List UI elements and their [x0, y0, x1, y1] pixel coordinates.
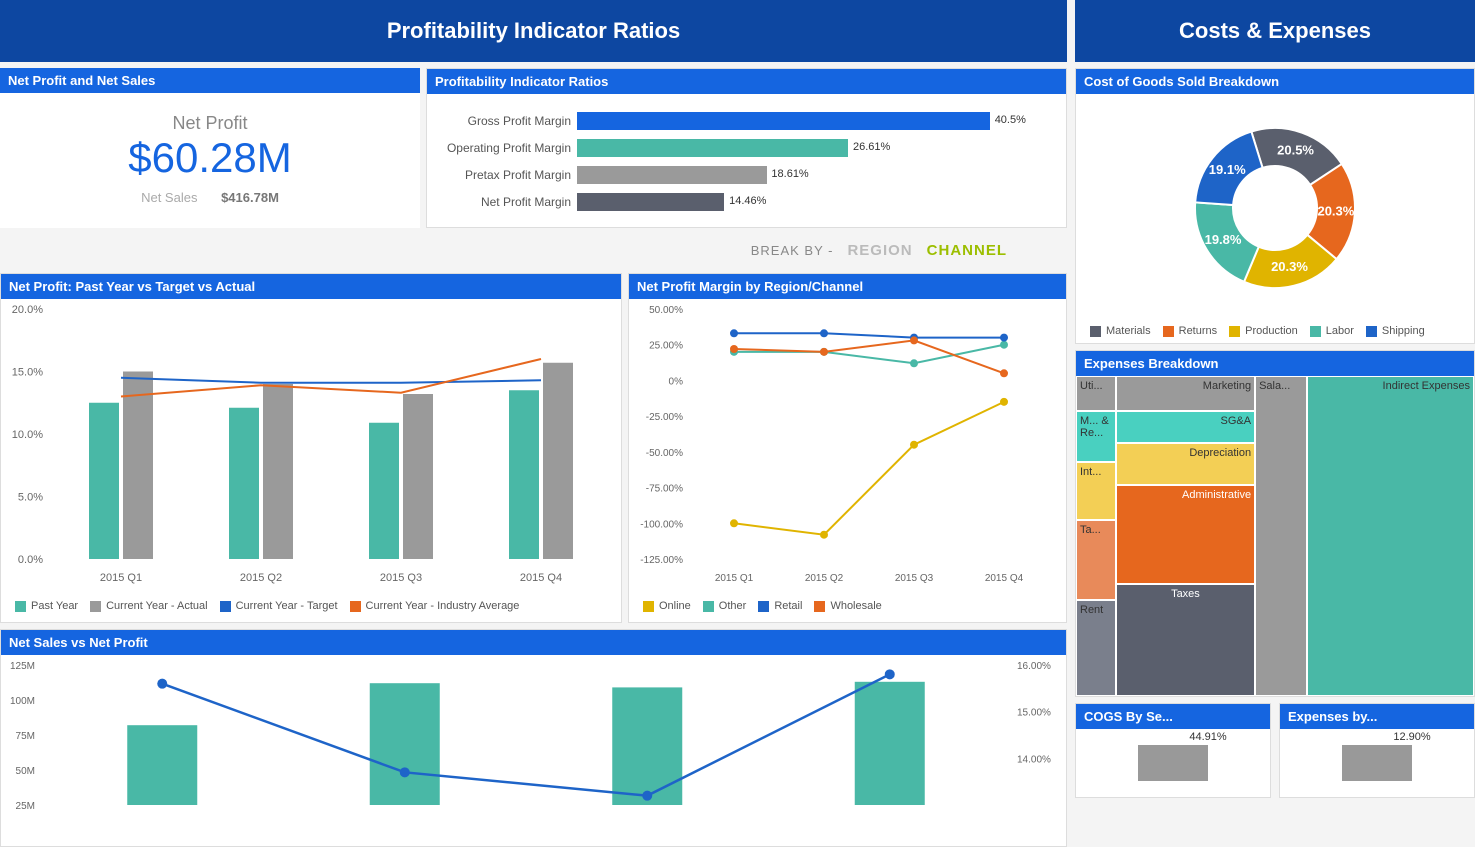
svg-text:2015 Q3: 2015 Q3	[895, 573, 934, 584]
tm-ta[interactable]: Ta...	[1076, 520, 1116, 600]
svg-text:25.00%: 25.00%	[649, 341, 683, 352]
svg-text:16.00%: 16.00%	[1017, 661, 1051, 672]
panel-title-margin: Net Profit Margin by Region/Channel	[629, 274, 1066, 299]
svg-text:100M: 100M	[10, 696, 35, 707]
mini-cogs-value: 44.91%	[1173, 731, 1243, 743]
svg-text:14.00%: 14.00%	[1017, 754, 1051, 765]
tm-depr[interactable]: Depreciation	[1116, 443, 1255, 485]
svg-text:2015 Q4: 2015 Q4	[985, 573, 1024, 584]
svg-text:20.3%: 20.3%	[1317, 203, 1354, 218]
tm-admin[interactable]: Administrative	[1116, 485, 1255, 584]
break-by-label: BREAK BY -	[751, 243, 834, 258]
tm-mr[interactable]: M... & Re...	[1076, 411, 1116, 462]
kpi-sub-value: $416.78M	[221, 190, 279, 205]
break-by-region[interactable]: REGION	[847, 242, 912, 259]
svg-text:2015 Q1: 2015 Q1	[715, 573, 754, 584]
legend-cogs: Materials Returns Production Labor Shipp…	[1076, 319, 1474, 343]
panel-title-cogs: Cost of Goods Sold Breakdown	[1076, 69, 1474, 94]
panel-title-mini-exp: Expenses by...	[1280, 704, 1474, 729]
chart-mini-exp[interactable]: 12.90%	[1280, 729, 1474, 797]
svg-text:-125.00%: -125.00%	[640, 555, 683, 566]
svg-text:19.1%: 19.1%	[1209, 162, 1246, 177]
panel-title-ratios: Profitability Indicator Ratios	[427, 69, 1066, 94]
tm-sga[interactable]: SG&A	[1116, 411, 1255, 443]
kpi-value: $60.28M	[0, 134, 420, 182]
svg-text:0%: 0%	[669, 376, 684, 387]
svg-text:75M: 75M	[16, 731, 35, 742]
svg-text:20.0%: 20.0%	[12, 304, 43, 316]
chart-margin[interactable]: -125.00% -100.00% -75.00% -50.00% -25.00% 0% 2…	[629, 299, 1059, 589]
svg-text:50M: 50M	[16, 766, 35, 777]
panel-title-netprofit: Net Profit: Past Year vs Target vs Actua…	[1, 274, 621, 299]
svg-text:10.0%: 10.0%	[12, 429, 43, 441]
svg-text:15.00%: 15.00%	[1017, 708, 1051, 719]
chart-sales[interactable]: 25M 50M 75M 100M 125M 14.00% 15.00% 16.00%	[1, 655, 1061, 815]
chart-donut-cogs[interactable]: 20.5% 20.3% 20.3% 19.8% 19.1%	[1165, 108, 1385, 308]
svg-text:2015 Q3: 2015 Q3	[380, 572, 422, 584]
tm-utilities[interactable]: Uti...	[1076, 376, 1116, 411]
legend-net-profit: Past Year Current Year - Actual Current …	[1, 594, 621, 618]
chart-net-profit[interactable]: 0.0% 5.0% 10.0% 15.0% 20.0% 2015 Q1 2015 Q2 201…	[1, 299, 621, 589]
svg-text:2015 Q2: 2015 Q2	[805, 573, 844, 584]
svg-text:19.8%: 19.8%	[1205, 232, 1242, 247]
section-title-costs: Costs & Expenses	[1075, 0, 1475, 62]
chart-treemap-expenses[interactable]: Uti... M... & Re... Int... Ta... Rent Ma…	[1076, 376, 1474, 696]
svg-text:20.3%: 20.3%	[1271, 259, 1308, 274]
svg-text:-50.00%: -50.00%	[646, 448, 683, 459]
svg-text:-75.00%: -75.00%	[646, 484, 683, 495]
svg-text:50.00%: 50.00%	[649, 305, 683, 316]
svg-text:2015 Q2: 2015 Q2	[240, 572, 282, 584]
section-title-profitability: Profitability Indicator Ratios	[0, 0, 1067, 62]
break-by-toggle[interactable]: BREAK BY - REGION CHANNEL	[0, 234, 1067, 267]
svg-text:2015 Q4: 2015 Q4	[520, 572, 562, 584]
panel-title-mini-cogs: COGS By Se...	[1076, 704, 1270, 729]
panel-title-expenses: Expenses Breakdown	[1076, 351, 1474, 376]
svg-text:15.0%: 15.0%	[12, 367, 43, 379]
svg-text:0.0%: 0.0%	[18, 554, 43, 566]
panel-title-kpi: Net Profit and Net Sales	[0, 68, 420, 93]
svg-text:125M: 125M	[10, 661, 35, 672]
chart-mini-cogs[interactable]: 44.91%	[1076, 729, 1270, 797]
tm-salaries[interactable]: Sala...	[1255, 376, 1307, 696]
svg-text:5.0%: 5.0%	[18, 492, 43, 504]
svg-text:20.5%: 20.5%	[1277, 143, 1314, 158]
tm-indirect[interactable]: Indirect Expenses	[1307, 376, 1474, 696]
mini-exp-value: 12.90%	[1377, 731, 1447, 743]
svg-text:2015 Q1: 2015 Q1	[100, 572, 142, 584]
panel-title-sales: Net Sales vs Net Profit	[1, 630, 1066, 655]
kpi-label: Net Profit	[0, 113, 420, 134]
kpi-sub: Net Sales $416.78M	[0, 190, 420, 205]
svg-text:-25.00%: -25.00%	[646, 412, 683, 423]
tm-taxes[interactable]: Taxes	[1116, 584, 1255, 696]
tm-int[interactable]: Int...	[1076, 462, 1116, 520]
svg-text:-100.00%: -100.00%	[640, 519, 683, 530]
legend-margin: Online Other Retail Wholesale	[629, 594, 1066, 618]
break-by-channel[interactable]: CHANNEL	[927, 242, 1007, 259]
tm-rent[interactable]: Rent	[1076, 600, 1116, 696]
kpi-sub-label: Net Sales	[141, 190, 197, 205]
svg-text:25M: 25M	[16, 801, 35, 812]
tm-marketing[interactable]: Marketing	[1116, 376, 1255, 411]
